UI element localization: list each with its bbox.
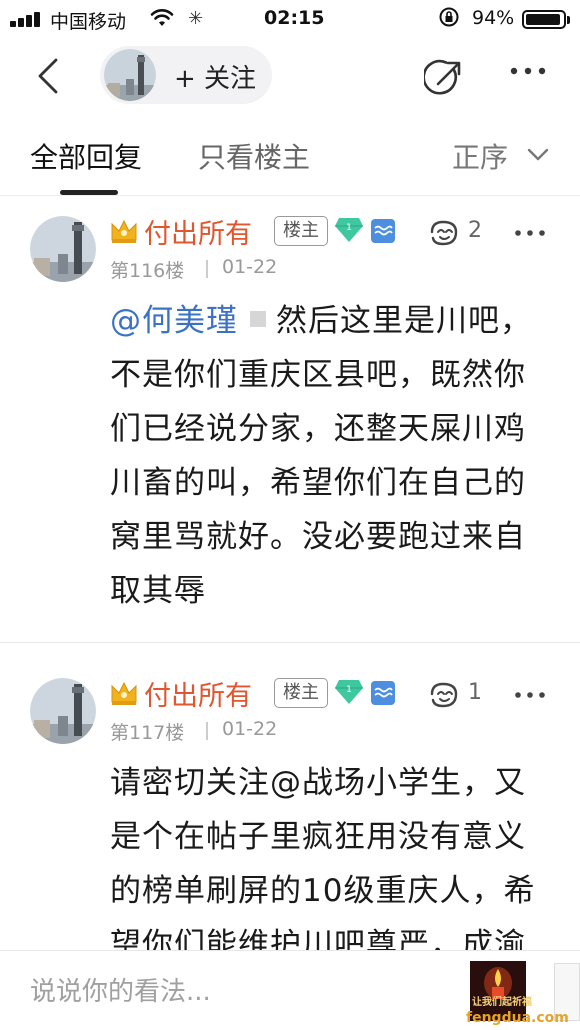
- meta-separator: [206, 722, 208, 740]
- author-avatar[interactable]: [104, 49, 156, 101]
- wifi-icon: [150, 9, 174, 26]
- sort-order-button[interactable]: 正序: [452, 136, 508, 176]
- like-count: 1: [468, 680, 482, 705]
- loading-spinner-icon: ✳: [188, 8, 204, 29]
- reply-tabs: 全部回复 只看楼主 正序: [0, 124, 580, 196]
- user-tag-icon: [250, 310, 266, 327]
- avatar[interactable]: [30, 678, 96, 744]
- like-icon[interactable]: [428, 218, 462, 248]
- share-icon[interactable]: [424, 58, 464, 98]
- status-bar: 中国移动 ✳ 02:15 94%: [0, 0, 580, 38]
- mention-link[interactable]: @何美瑾: [110, 303, 238, 339]
- battery-fill: [526, 14, 560, 25]
- post-date: 01-22: [222, 718, 278, 740]
- owner-badge: 楼主: [274, 678, 328, 708]
- carrier-name: 中国移动: [50, 11, 127, 33]
- more-options-icon[interactable]: [508, 65, 548, 77]
- prayer-caption: 让我们起祈福: [472, 997, 532, 1008]
- post-text: 然后这里是川吧，不是你们重庆区县吧，既然你们已经说分家，还整天屎川鸡川畜的叫，希…: [110, 303, 532, 609]
- author-follow-pill[interactable]: + 关注: [100, 46, 272, 104]
- gem-icon: 1: [335, 680, 363, 704]
- like-count: 2: [468, 218, 482, 243]
- like-icon[interactable]: [428, 680, 462, 710]
- meta-separator: [206, 260, 208, 278]
- level-badge-icon: [371, 219, 395, 243]
- more-icon[interactable]: [514, 690, 546, 700]
- username[interactable]: 付出所有: [144, 212, 252, 251]
- active-tab-indicator: [60, 190, 118, 195]
- gem-icon: 1: [335, 218, 363, 242]
- rotation-lock-icon: [439, 7, 459, 27]
- chevron-down-icon[interactable]: [526, 144, 550, 164]
- watermark: fengdua.com: [466, 1010, 569, 1026]
- follow-button[interactable]: + 关注: [174, 58, 256, 95]
- back-arrow-icon[interactable]: [30, 56, 66, 96]
- svg-text:1: 1: [346, 223, 352, 233]
- more-icon[interactable]: [514, 228, 546, 238]
- username[interactable]: 付出所有: [144, 674, 252, 713]
- clock: 02:15: [264, 7, 325, 29]
- nav-bar: + 关注: [0, 40, 580, 116]
- post-content: 请密切关注@战场小学生，又是个在帖子里疯狂用没有意义的榜单刷屏的10级重庆人，希…: [110, 765, 536, 950]
- post-divider: [0, 642, 580, 643]
- crown-icon: [111, 681, 137, 705]
- battery-percent: 94%: [472, 7, 515, 29]
- svg-text:1: 1: [346, 685, 352, 695]
- avatar[interactable]: [30, 216, 96, 282]
- owner-badge: 楼主: [274, 216, 328, 246]
- post-date: 01-22: [222, 256, 278, 278]
- floor-number: 第117楼: [110, 722, 185, 744]
- floor-number: 第116楼: [110, 260, 185, 282]
- level-badge-icon: [371, 681, 395, 705]
- reply-post: 付出所有 楼主 1 1 第117楼 01-22 请密切关注@战场小学生，又是个在…: [0, 660, 580, 950]
- post-content: @何美瑾 然后这里是川吧，不是你们重庆区县吧，既然你们已经说分家，还整天屎川鸡川畜…: [110, 294, 550, 618]
- crown-icon: [111, 219, 137, 243]
- battery-icon: [522, 10, 570, 29]
- signal-icon: [10, 12, 44, 27]
- reply-post: 付出所有 楼主 1 2 第116楼 01-22 @何美瑾 然后这里是川吧，不是你们…: [0, 198, 580, 642]
- tab-all-replies[interactable]: 全部回复: [30, 136, 142, 176]
- comment-input[interactable]: 说说你的看法...: [30, 971, 211, 1008]
- tab-owner-only[interactable]: 只看楼主: [198, 136, 310, 176]
